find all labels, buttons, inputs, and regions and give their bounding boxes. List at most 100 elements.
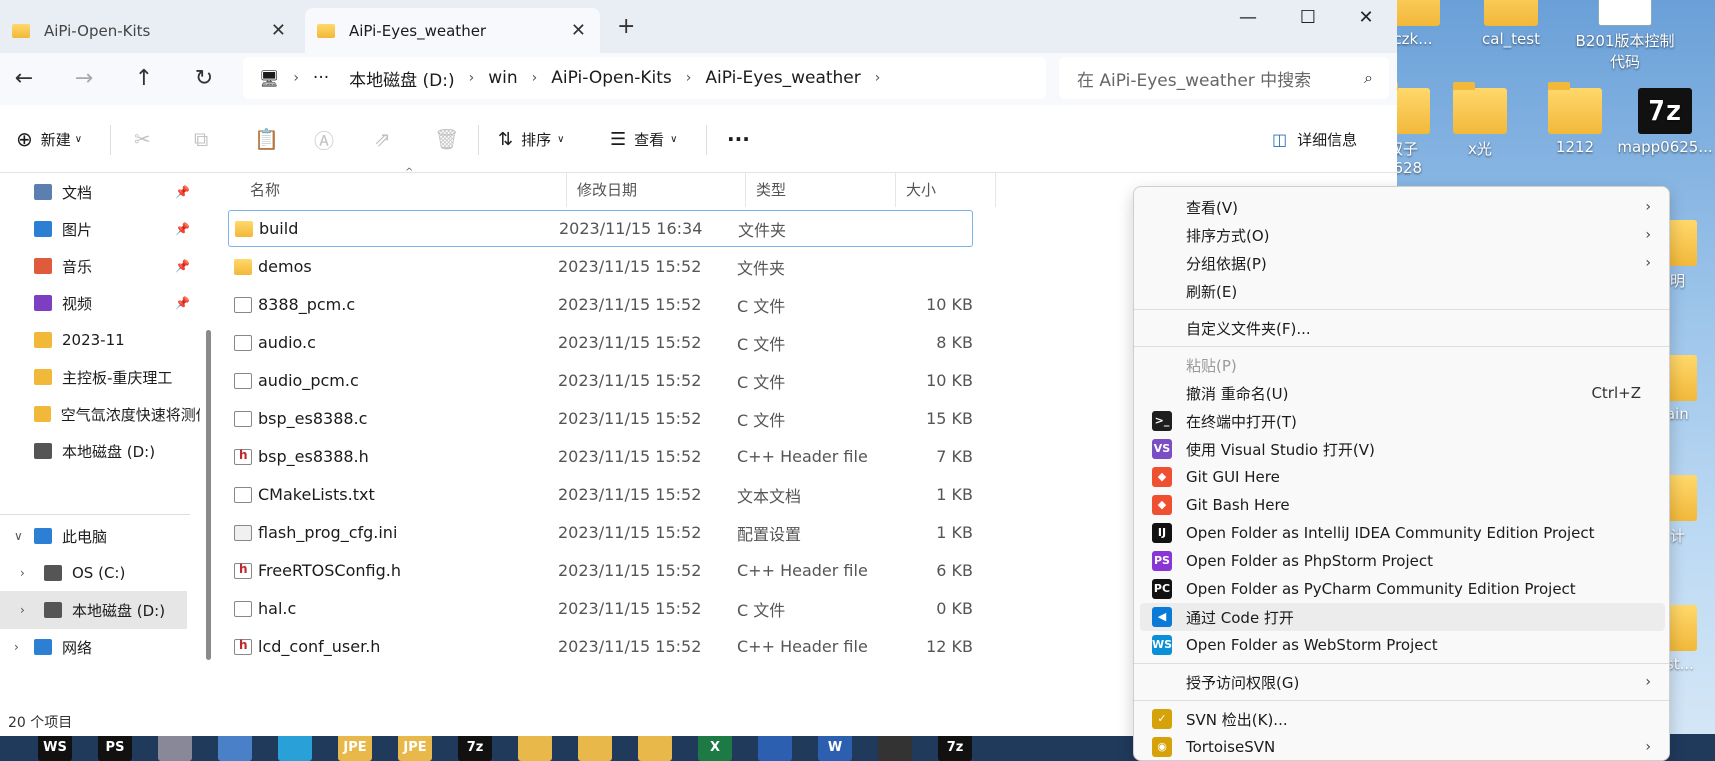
- forward-button[interactable]: →: [68, 63, 100, 95]
- column-header-size[interactable]: 大小: [896, 173, 996, 207]
- sidebar-item[interactable]: 图片 📌: [0, 210, 200, 248]
- taskbar-app-icon[interactable]: [218, 734, 252, 761]
- copy-icon[interactable]: ⧉: [194, 125, 208, 153]
- sidebar-item[interactable]: 音乐 📌: [0, 247, 200, 285]
- sidebar-tree-item[interactable]: ∨ 此电脑: [0, 517, 200, 555]
- file-row[interactable]: flash_prog_cfg.ini 2023/11/15 15:52 配置设置 1 …: [228, 514, 973, 551]
- tab-aipi-open-kits[interactable]: AiPi-Open-Kits ✕: [0, 8, 300, 53]
- delete-icon[interactable]: 🗑: [434, 125, 459, 153]
- taskbar-app-icon[interactable]: [158, 734, 192, 761]
- file-row[interactable]: build 2023/11/15 16:34 文件夹: [228, 210, 973, 247]
- context-menu-item[interactable]: PC Open Folder as PyCharm Community Editi…: [1140, 575, 1665, 603]
- context-menu-item[interactable]: 授予访问权限(G) ›: [1140, 668, 1665, 696]
- chevron-right-icon[interactable]: ›: [20, 603, 25, 617]
- context-menu-item[interactable]: 自定义文件夹(F)...: [1140, 314, 1665, 342]
- file-row[interactable]: CMakeLists.txt 2023/11/15 15:52 文本文档 1 KB: [228, 476, 973, 513]
- chevron-right-icon[interactable]: ›: [14, 640, 19, 654]
- file-row[interactable]: hal.c 2023/11/15 15:52 C 文件 0 KB: [228, 590, 973, 627]
- close-window-button[interactable]: ✕: [1346, 4, 1386, 32]
- context-menu-item[interactable]: VS 使用 Visual Studio 打开(V): [1140, 435, 1665, 463]
- sidebar-item[interactable]: 视频 📌: [0, 284, 200, 322]
- context-menu-item[interactable]: WS Open Folder as WebStorm Project: [1140, 631, 1665, 659]
- taskbar-app-icon[interactable]: [278, 734, 312, 761]
- refresh-button[interactable]: ↻: [188, 63, 220, 95]
- sidebar-item[interactable]: 2023-11: [0, 321, 200, 359]
- breadcrumb-aipi-eyes-weather[interactable]: AiPi-Eyes_weather: [705, 68, 860, 88]
- new-button[interactable]: ⊕ 新建 ∨: [16, 125, 82, 153]
- file-row[interactable]: bsp_es8388.c 2023/11/15 15:52 C 文件 15 KB: [228, 400, 973, 437]
- sidebar-tree-item[interactable]: › OS (C:): [0, 554, 200, 592]
- more-options-button[interactable]: ···: [727, 125, 750, 153]
- sidebar-item[interactable]: 文档 📌: [0, 173, 200, 211]
- sort-button[interactable]: ⇅ 排序 ∨: [498, 125, 564, 153]
- file-row[interactable]: audio.c 2023/11/15 15:52 C 文件 8 KB: [228, 324, 973, 361]
- search-input[interactable]: 在 AiPi-Eyes_weather 中搜索 ⌕: [1059, 57, 1389, 99]
- context-menu-item[interactable]: ◀ 通过 Code 打开: [1140, 603, 1665, 631]
- sidebar-item[interactable]: 空气氙浓度快速将测仪: [0, 395, 200, 433]
- desktop-icon[interactable]: 7z mapp0625...: [1615, 88, 1715, 156]
- back-button[interactable]: ←: [8, 63, 40, 95]
- desktop-icon[interactable]: B201版本控制代码: [1575, 0, 1675, 72]
- taskbar-app-icon[interactable]: W: [818, 734, 852, 761]
- context-menu-item[interactable]: ◆ Git Bash Here: [1140, 491, 1665, 519]
- sidebar-item[interactable]: 本地磁盘 (D:): [0, 432, 200, 470]
- breadcrumb-drive-d[interactable]: 本地磁盘 (D:): [349, 66, 455, 91]
- rename-icon[interactable]: Ⓐ: [314, 125, 334, 153]
- close-tab-icon[interactable]: ✕: [271, 20, 286, 41]
- taskbar-app-icon[interactable]: [758, 734, 792, 761]
- desktop-icon[interactable]: cal_test: [1461, 0, 1561, 48]
- file-row[interactable]: bsp_es8388.h 2023/11/15 15:52 C++ Header f…: [228, 438, 973, 475]
- taskbar-app-icon[interactable]: [578, 734, 612, 761]
- taskbar-app-icon[interactable]: PS: [98, 734, 132, 761]
- file-row[interactable]: audio_pcm.c 2023/11/15 15:52 C 文件 10 KB: [228, 362, 973, 399]
- share-icon[interactable]: ⇗: [374, 125, 391, 153]
- minimize-button[interactable]: —: [1228, 4, 1268, 32]
- new-tab-button[interactable]: +: [617, 14, 635, 39]
- breadcrumb-win[interactable]: win: [488, 68, 517, 88]
- maximize-button[interactable]: ☐: [1288, 4, 1328, 32]
- context-menu-item[interactable]: 查看(V) ›: [1140, 193, 1665, 221]
- context-menu-item[interactable]: ◉ TortoiseSVN ›: [1140, 733, 1665, 761]
- breadcrumb-aipi-open-kits[interactable]: AiPi-Open-Kits: [551, 68, 672, 88]
- column-header-name[interactable]: 名称: [240, 173, 567, 207]
- breadcrumb-more[interactable]: ···: [313, 68, 329, 88]
- cut-icon[interactable]: ✂: [134, 125, 151, 153]
- address-bar[interactable]: 🖥 › ··· 本地磁盘 (D:) › win › AiPi-Open-Kits…: [243, 57, 1046, 99]
- taskbar-app-icon[interactable]: 7z: [458, 734, 492, 761]
- context-menu-item[interactable]: 刷新(E): [1140, 277, 1665, 305]
- file-row[interactable]: lcd_conf_user.h 2023/11/15 15:52 C++ Heade…: [228, 628, 973, 665]
- context-menu-item[interactable]: ◆ Git GUI Here: [1140, 463, 1665, 491]
- up-button[interactable]: ↑: [128, 63, 160, 95]
- taskbar-app-icon[interactable]: JPE: [398, 734, 432, 761]
- context-menu-item[interactable]: 分组依据(P) ›: [1140, 249, 1665, 277]
- file-row[interactable]: FreeRTOSConfig.h 2023/11/15 15:52 C++ Head…: [228, 552, 973, 589]
- chevron-down-icon[interactable]: ∨: [14, 529, 23, 543]
- desktop-icon[interactable]: x光: [1430, 82, 1530, 159]
- context-menu-item[interactable]: 排序方式(O) ›: [1140, 221, 1665, 249]
- details-button[interactable]: ◫ 详细信息: [1272, 125, 1357, 153]
- chevron-right-icon[interactable]: ›: [20, 566, 25, 580]
- desktop-icon[interactable]: 1212: [1525, 82, 1625, 156]
- taskbar-app-icon[interactable]: WS: [38, 734, 72, 761]
- file-row[interactable]: demos 2023/11/15 15:52 文件夹: [228, 248, 973, 285]
- file-row[interactable]: 8388_pcm.c 2023/11/15 15:52 C 文件 10 KB: [228, 286, 973, 323]
- sidebar-scrollbar[interactable]: [206, 330, 211, 660]
- sidebar-tree-item[interactable]: › 本地磁盘 (D:): [0, 591, 187, 629]
- context-menu-item[interactable]: ✓ SVN 检出(K)...: [1140, 705, 1665, 733]
- taskbar-app-icon[interactable]: [638, 734, 672, 761]
- column-header-type[interactable]: 类型: [746, 173, 896, 207]
- sidebar-tree-item[interactable]: › 网络: [0, 628, 200, 666]
- context-menu-item[interactable]: PS Open Folder as PhpStorm Project: [1140, 547, 1665, 575]
- context-menu-item[interactable]: >_ 在终端中打开(T): [1140, 407, 1665, 435]
- taskbar-app-icon[interactable]: X: [698, 734, 732, 761]
- taskbar-app-icon[interactable]: JPE: [338, 734, 372, 761]
- paste-icon[interactable]: 📋: [254, 125, 279, 153]
- context-menu-item[interactable]: IJ Open Folder as IntelliJ IDEA Community…: [1140, 519, 1665, 547]
- taskbar-app-icon[interactable]: 7z: [938, 734, 972, 761]
- view-button[interactable]: ☰ 查看 ∨: [610, 125, 677, 153]
- sidebar-item[interactable]: 主控板-重庆理工: [0, 358, 200, 396]
- taskbar-app-icon[interactable]: [518, 734, 552, 761]
- column-header-date[interactable]: 修改日期: [567, 173, 746, 207]
- context-menu-item[interactable]: 撤消 重命名(U) Ctrl+Z: [1140, 379, 1665, 407]
- taskbar-app-icon[interactable]: [878, 734, 912, 761]
